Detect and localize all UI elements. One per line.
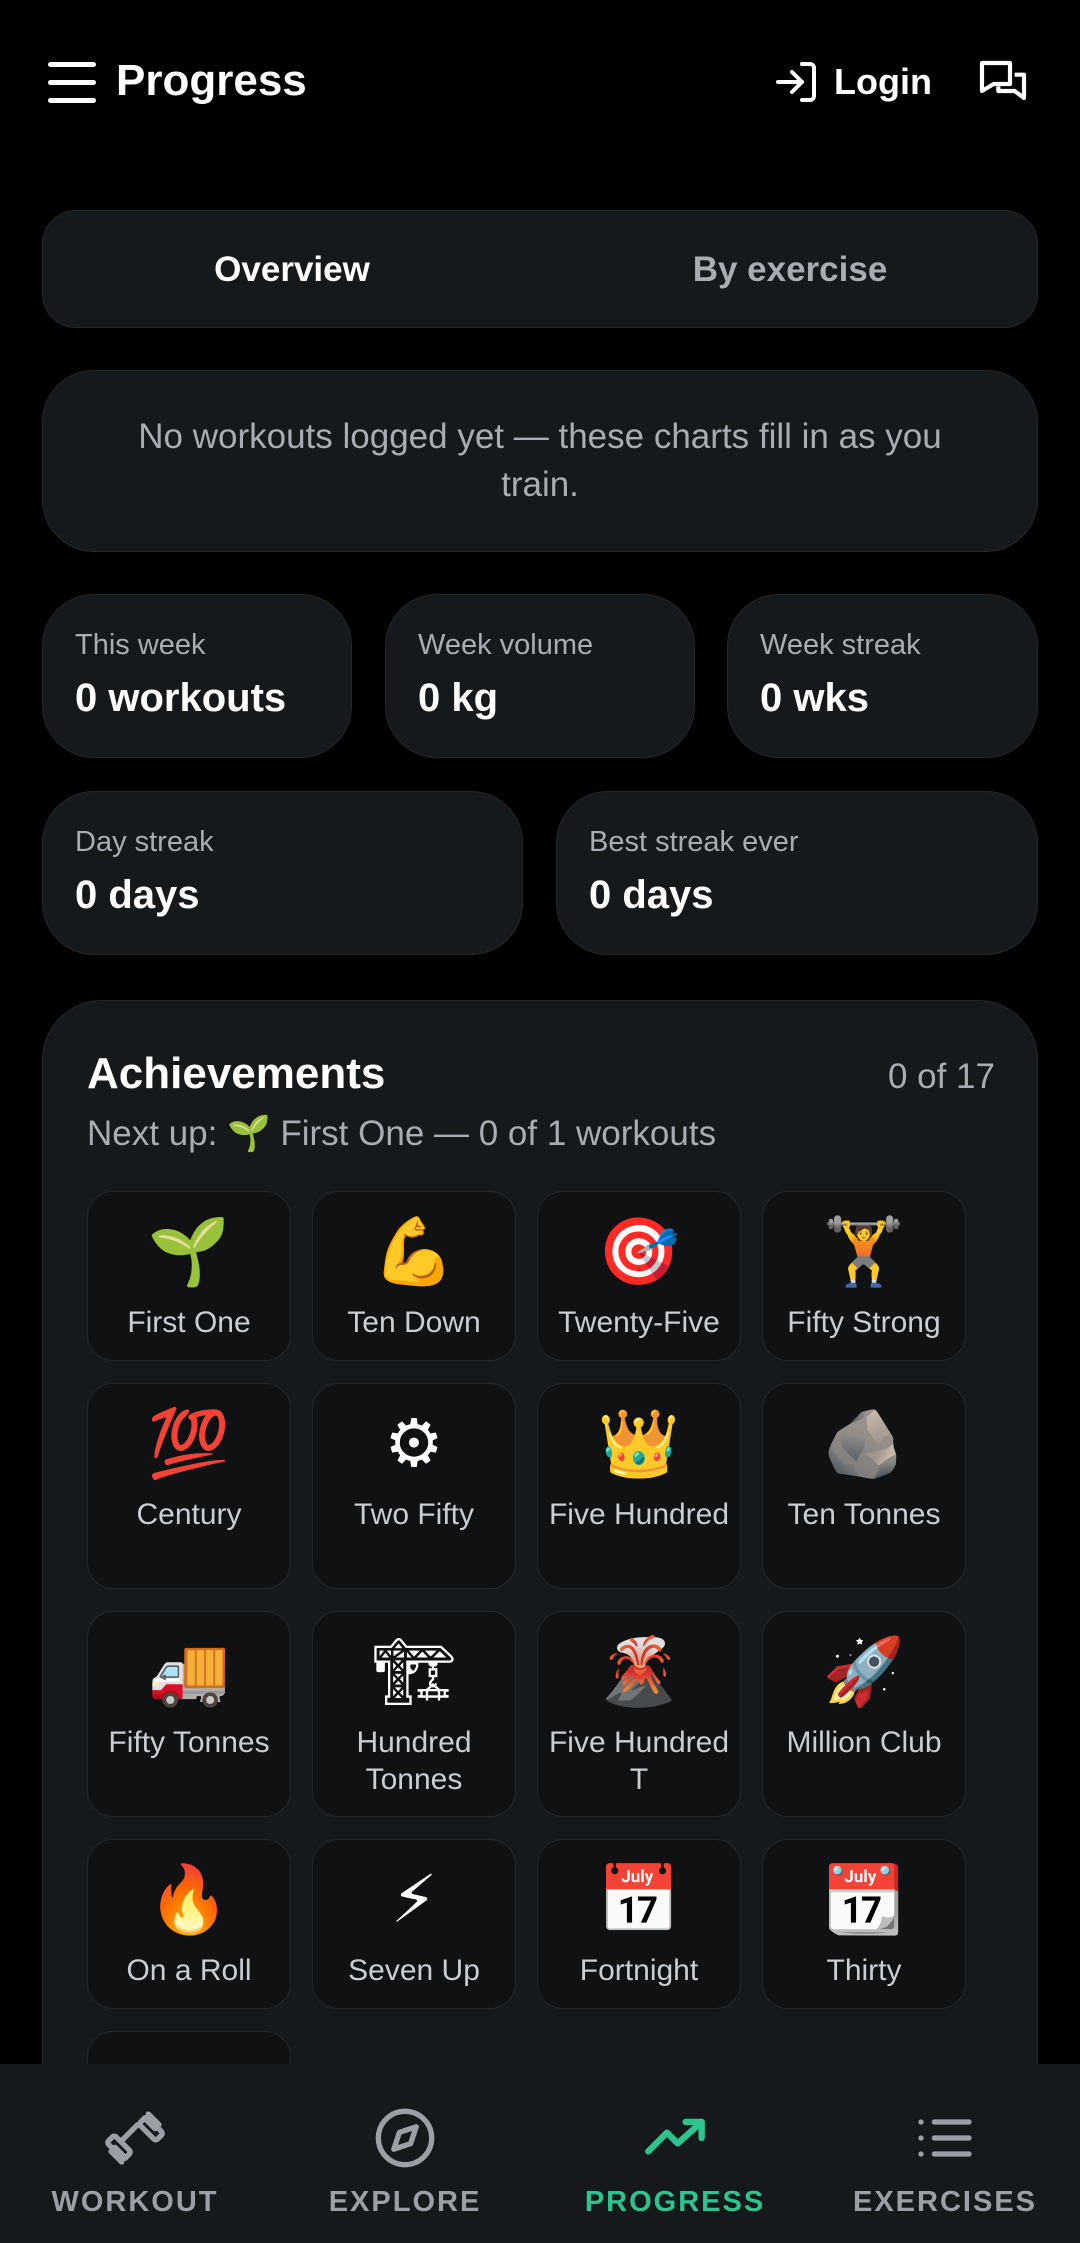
badge-name: Ten Tonnes <box>787 1498 941 1531</box>
badge-hundred-tonnes[interactable]: 🏗 Hundred Tonnes <box>312 1611 516 1817</box>
badge-twenty-five[interactable]: 🎯 Twenty-Five <box>537 1191 741 1361</box>
achievements-card: Achievements 0 of 17 Next up: 🌱 First On… <box>42 1000 1038 2243</box>
badge-ten-tonnes[interactable]: 🪨 Ten Tonnes <box>762 1383 966 1589</box>
stat-label: This week <box>75 629 206 661</box>
badge-name: Fifty Tonnes <box>108 1726 270 1759</box>
badge-name: Seven Up <box>348 1954 480 1987</box>
stat-label: Week streak <box>760 629 921 661</box>
menu-icon[interactable] <box>48 60 98 106</box>
stat-label: Best streak ever <box>589 826 799 858</box>
crane-icon: 🏗 <box>372 1633 456 1710</box>
badge-name: Five Hundred <box>548 1498 730 1531</box>
chat-icon[interactable] <box>975 56 1031 112</box>
nav-progress[interactable]: PROGRESS <box>540 2064 810 2243</box>
badge-ten-down[interactable]: 💪 Ten Down <box>312 1191 516 1361</box>
badge-name: Fifty Strong <box>787 1306 941 1339</box>
weightlifter-icon: 🏋 <box>822 1213 906 1290</box>
gear-icon: ⚙ <box>384 1405 444 1482</box>
achievements-count: 0 of 17 <box>887 1057 995 1096</box>
badge-name: First One <box>127 1306 251 1339</box>
sprout-icon: 🌱 <box>147 1213 231 1290</box>
rock-icon: 🪨 <box>822 1405 906 1482</box>
badge-name: Million Club <box>786 1726 942 1759</box>
stat-card-this-week: This week 0 workouts <box>42 594 352 758</box>
badge-fifty-strong[interactable]: 🏋 Fifty Strong <box>762 1191 966 1361</box>
empty-state-notice: No workouts logged yet — these charts fi… <box>42 370 1038 552</box>
badge-name: On a Roll <box>126 1954 252 1987</box>
flexed-bicep-icon: 💪 <box>372 1213 456 1290</box>
dumbbell-icon <box>105 2111 165 2165</box>
stat-card-week-volume: Week volume 0 kg <box>385 594 695 758</box>
bottom-nav: WORKOUT EXPLORE PROGRESS EXERCISES <box>0 2064 1080 2243</box>
lightning-icon: ⚡ <box>390 1861 438 1938</box>
compass-icon <box>375 2108 435 2168</box>
calendar-icon: 📅 <box>597 1861 681 1938</box>
badge-fortnight[interactable]: 📅 Fortnight <box>537 1839 741 2009</box>
nav-label: PROGRESS <box>584 2186 766 2218</box>
nav-label: EXPLORE <box>328 2186 482 2218</box>
list-icon <box>918 2119 972 2157</box>
stat-label: Week volume <box>418 629 594 661</box>
badge-seven-up[interactable]: ⚡ Seven Up <box>312 1839 516 2009</box>
login-icon <box>776 62 816 102</box>
app-header: Progress Login <box>0 0 1080 170</box>
stat-card-day-streak: Day streak 0 days <box>42 791 523 955</box>
stat-value: 0 workouts <box>75 676 287 720</box>
crown-icon: 👑 <box>597 1405 681 1482</box>
nav-explore[interactable]: EXPLORE <box>270 2064 540 2243</box>
stat-value: 0 days <box>589 873 714 917</box>
tear-off-calendar-icon: 📆 <box>822 1861 906 1938</box>
volcano-icon: 🌋 <box>597 1633 681 1710</box>
badge-century[interactable]: 💯 Century <box>87 1383 291 1589</box>
badge-on-a-roll[interactable]: 🔥 On a Roll <box>87 1839 291 2009</box>
badge-name: Five Hundred T <box>548 1726 730 1796</box>
badge-name: Two Fifty <box>353 1498 474 1531</box>
badge-million-club[interactable]: 🚀 Million Club <box>762 1611 966 1817</box>
badge-first-one[interactable]: 🌱 First One <box>87 1191 291 1361</box>
badge-name: Twenty-Five <box>558 1306 720 1339</box>
achievements-title: Achievements <box>87 1049 386 1098</box>
nav-label: EXERCISES <box>853 2186 1037 2218</box>
stat-card-best-streak: Best streak ever 0 days <box>556 791 1038 955</box>
badge-two-fifty[interactable]: ⚙ Two Fifty <box>312 1383 516 1589</box>
view-tabs: Overview By exercise <box>42 210 1038 328</box>
truck-icon: 🚚 <box>147 1633 231 1710</box>
login-button[interactable]: Login <box>772 58 932 106</box>
badge-five-hundred-t[interactable]: 🌋 Five Hundred T <box>537 1611 741 1817</box>
stat-value: 0 kg <box>418 676 499 720</box>
badge-name: Hundred Tonnes <box>356 1726 472 1796</box>
fire-icon: 🔥 <box>147 1861 231 1938</box>
badge-fifty-tonnes[interactable]: 🚚 Fifty Tonnes <box>87 1611 291 1817</box>
badge-name: Century <box>136 1498 242 1531</box>
badge-thirty[interactable]: 📆 Thirty <box>762 1839 966 2009</box>
stat-card-week-streak: Week streak 0 wks <box>727 594 1038 758</box>
stat-label: Day streak <box>75 826 214 858</box>
page-title: Progress <box>116 56 307 105</box>
tab-by-exercise[interactable]: By exercise <box>541 211 1039 329</box>
badge-name: Ten Down <box>347 1306 481 1339</box>
achievements-next-up: Next up: 🌱 First One — 0 of 1 workouts <box>87 1114 717 1153</box>
trending-up-icon <box>645 2118 705 2155</box>
target-icon: 🎯 <box>597 1213 681 1290</box>
hundred-icon: 💯 <box>147 1405 231 1482</box>
rocket-icon: 🚀 <box>822 1633 906 1710</box>
login-label: Login <box>834 61 932 102</box>
nav-label: WORKOUT <box>51 2186 219 2218</box>
badge-name: Thirty <box>826 1954 902 1987</box>
stat-value: 0 days <box>75 873 200 917</box>
nav-workout[interactable]: WORKOUT <box>0 2064 270 2243</box>
badge-five-hundred[interactable]: 👑 Five Hundred <box>537 1383 741 1589</box>
tab-overview[interactable]: Overview <box>43 211 541 329</box>
badge-name: Fortnight <box>579 1954 699 1987</box>
nav-exercises[interactable]: EXERCISES <box>810 2064 1080 2243</box>
stat-value: 0 wks <box>760 676 869 720</box>
